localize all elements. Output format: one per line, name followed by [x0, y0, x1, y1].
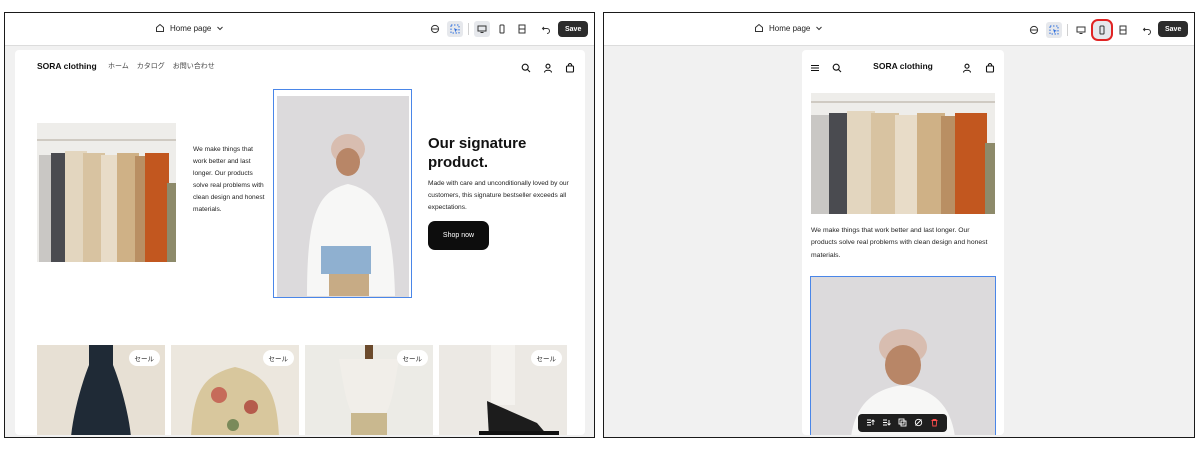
chevron-down-icon [815, 24, 823, 32]
desktop-preview-canvas: SORA clothing ホーム カタログ お問い合わせ We make th… [15, 50, 585, 435]
editor-panel-mobile: Home page Save SORA clothing We make thi… [603, 12, 1195, 438]
product-card[interactable]: セール [439, 345, 567, 435]
theme-settings-icon[interactable] [1026, 22, 1042, 38]
desktop-view-icon[interactable] [474, 21, 490, 37]
clothing-rack-image [811, 93, 995, 214]
page-selector-label: Home page [170, 23, 212, 33]
account-icon[interactable] [962, 60, 972, 78]
store-tagline: We make things that work better and last… [193, 146, 265, 213]
move-up-icon[interactable] [866, 414, 876, 432]
product-card[interactable]: セール [171, 345, 299, 435]
sale-badge: セール [396, 350, 428, 366]
mobile-preview-canvas: SORA clothing We make things that work b… [802, 50, 1004, 435]
toolbar-divider [1067, 24, 1068, 36]
store-brand[interactable]: SORA clothing [37, 61, 97, 71]
sale-badge: セール [530, 350, 562, 366]
nav-item-catalog[interactable]: カタログ [137, 61, 165, 71]
store-nav: ホーム カタログ お問い合わせ [108, 61, 215, 71]
move-down-icon[interactable] [882, 414, 892, 432]
desktop-view-icon[interactable] [1073, 22, 1089, 38]
editor-toolbar: Home page Save [5, 13, 594, 46]
selected-block-outline [273, 89, 412, 298]
toolbar-divider [468, 23, 469, 35]
store-header: SORA clothing [802, 50, 1004, 80]
page-selector[interactable]: Home page [754, 23, 823, 33]
trash-icon[interactable] [930, 414, 939, 432]
fullwidth-view-icon[interactable] [514, 21, 530, 37]
undo-icon[interactable] [538, 21, 554, 37]
editor-toolbar: Home page Save [604, 13, 1194, 46]
clothing-rack-image [37, 123, 176, 262]
product-card[interactable]: セール [37, 345, 165, 435]
signature-description: Made with care and unconditionally loved… [428, 180, 569, 211]
editor-tools [427, 21, 574, 37]
store-tagline: We make things that work better and last… [811, 227, 988, 259]
selected-block-outline [810, 276, 996, 435]
editor-panel-desktop: Home page Save SORA clothing ホーム カタログ お問… [4, 12, 595, 438]
chevron-down-icon [216, 24, 224, 32]
cart-icon[interactable] [565, 60, 575, 78]
store-brand[interactable]: SORA clothing [802, 61, 1004, 71]
sale-badge: セール [128, 350, 160, 366]
mobile-view-icon[interactable] [494, 21, 510, 37]
page-selector[interactable]: Home page [155, 23, 224, 33]
save-button[interactable]: Save [1158, 21, 1189, 37]
header-icons [521, 60, 575, 78]
account-icon[interactable] [543, 60, 553, 78]
page-selector-label: Home page [769, 23, 811, 33]
product-card[interactable]: セール [305, 345, 433, 435]
editor-tools [1026, 19, 1175, 41]
undo-icon[interactable] [1139, 22, 1155, 38]
save-button[interactable]: Save [558, 21, 589, 37]
signature-title: Our signature product. [428, 135, 527, 171]
cart-icon[interactable] [985, 60, 995, 78]
inspector-cursor-icon[interactable] [1046, 22, 1062, 38]
nav-item-home[interactable]: ホーム [108, 61, 129, 71]
theme-settings-icon[interactable] [427, 21, 443, 37]
home-icon [754, 23, 764, 33]
hide-icon[interactable] [914, 414, 923, 432]
fullwidth-view-icon[interactable] [1115, 22, 1131, 38]
mobile-view-icon[interactable] [1091, 19, 1113, 41]
duplicate-icon[interactable] [898, 414, 907, 432]
store-header: SORA clothing ホーム カタログ お問い合わせ [15, 50, 585, 80]
inspector-cursor-icon[interactable] [447, 21, 463, 37]
search-icon[interactable] [521, 60, 531, 78]
block-action-toolbar [858, 414, 947, 432]
nav-item-contact[interactable]: お問い合わせ [173, 61, 215, 71]
shop-now-button[interactable]: Shop now [428, 221, 489, 250]
home-icon [155, 23, 165, 33]
sale-badge: セール [262, 350, 294, 366]
